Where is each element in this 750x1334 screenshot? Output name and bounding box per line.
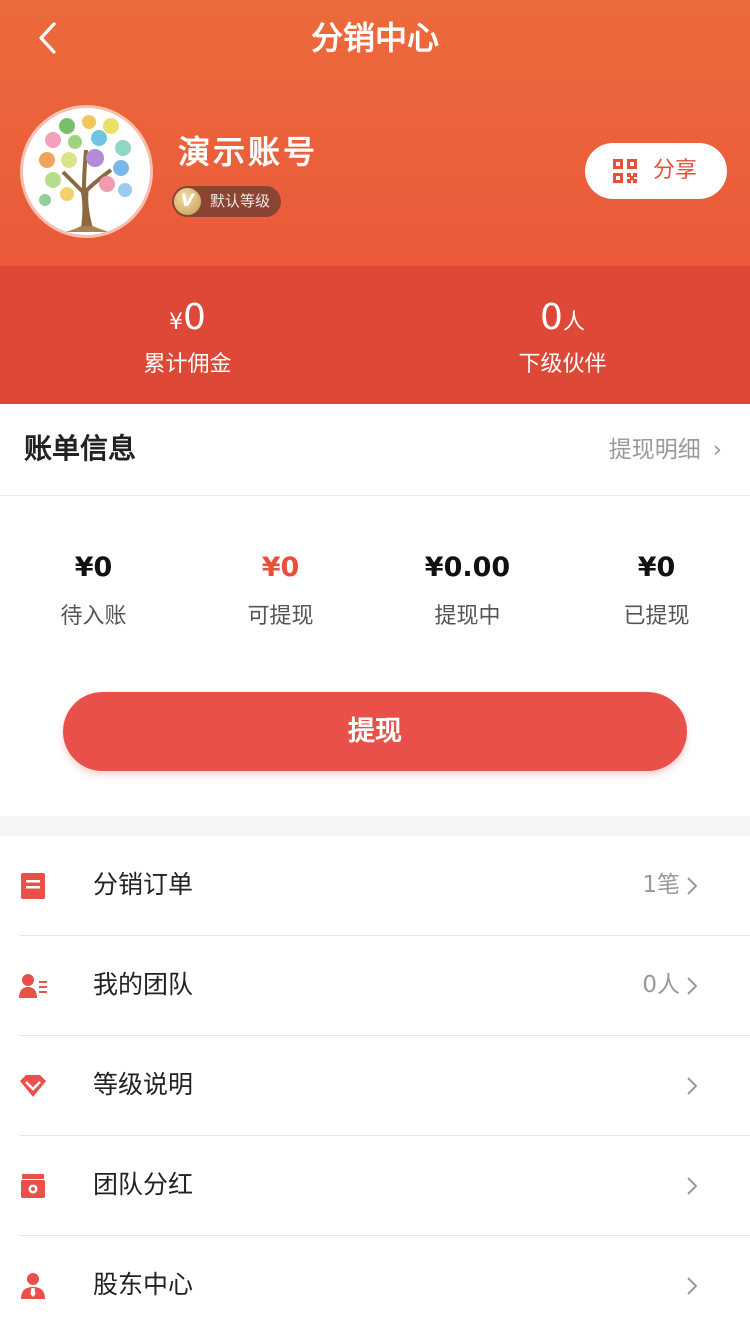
menu-item-distribution-orders[interactable]: 分销订单 1笔 (0, 836, 750, 936)
chevron-right-icon (687, 977, 698, 995)
withdraw-button[interactable]: 提现 (63, 692, 687, 771)
stat-commission[interactable]: ¥0 累计佣金 (0, 266, 375, 404)
amount-withdrawn-value: ¥0 (637, 552, 676, 583)
level-label: 默认等级 (210, 192, 271, 210)
amount-withdrawn-label: 已提现 (623, 604, 690, 629)
menu-item-level-description[interactable]: 等级说明 (0, 1036, 750, 1136)
amount-withdrawable-value: ¥0 (261, 552, 300, 583)
menu-label: 团队分红 (93, 1170, 194, 1199)
commission-amount: 0 (183, 297, 206, 338)
menu-item-shareholder-center[interactable]: 股东中心 (0, 1236, 750, 1334)
section-divider (0, 816, 750, 836)
qr-code-icon (613, 159, 637, 183)
bill-amounts: ¥0 待入账 ¥0 可提现 ¥0.00 提现中 ¥0 已提现 (0, 496, 750, 666)
amount-withdrawing-value: ¥0.00 (424, 552, 511, 583)
partners-label: 下级伙伴 (518, 352, 607, 377)
amount-withdrawable-label: 可提现 (247, 604, 314, 629)
menu-label: 分销订单 (93, 870, 194, 899)
partners-value: 0人 (375, 296, 750, 346)
menu-extra: 1笔 (642, 872, 680, 898)
withdraw-detail-label: 提现明细 (608, 437, 701, 463)
commission-label: 累计佣金 (143, 352, 232, 377)
amount-pending-label: 待入账 (60, 604, 127, 629)
chevron-right-icon (687, 1077, 698, 1095)
shareholder-icon (21, 1273, 45, 1299)
commission-currency: ¥ (169, 310, 184, 335)
avatar[interactable] (23, 108, 150, 235)
nav-bar: 分销中心 (0, 0, 750, 80)
team-icon (19, 974, 47, 998)
partners-unit: 人 (562, 310, 585, 335)
vip-icon: V (174, 188, 201, 215)
chevron-right-icon (687, 1277, 698, 1295)
dividend-icon (21, 1174, 45, 1198)
tree-avatar-image (23, 108, 150, 235)
page-title: 分销中心 (310, 19, 439, 57)
menu-item-my-team[interactable]: 我的团队 0人 (0, 936, 750, 1036)
amount-pending-value: ¥0 (74, 552, 113, 583)
withdraw-detail-link[interactable]: 提现明细 › (609, 432, 722, 468)
chevron-right-icon (687, 877, 698, 895)
menu-label: 我的团队 (93, 970, 194, 999)
commission-value: ¥0 (0, 296, 375, 346)
amount-withdrawing-label: 提现中 (434, 604, 501, 629)
bill-title: 账单信息 (24, 432, 137, 465)
chevron-right-icon (687, 1177, 698, 1195)
stat-partners[interactable]: 0人 下级伙伴 (375, 266, 750, 404)
menu-item-team-dividend[interactable]: 团队分红 (0, 1136, 750, 1236)
partners-count: 0 (540, 297, 563, 338)
stats-strip: ¥0 累计佣金 0人 下级伙伴 (0, 266, 750, 404)
header: 分销中心 演示账号 V 默认等级 分享 ¥0 累计佣金 0人 下级伙伴 (0, 0, 750, 404)
diamond-icon (20, 1075, 46, 1097)
level-badge: V 默认等级 (172, 186, 281, 217)
chevron-right-icon: › (712, 437, 722, 463)
user-name: 演示账号 (178, 133, 319, 171)
bill-section-header: 账单信息 提现明细 › (0, 404, 750, 496)
menu-label: 等级说明 (93, 1070, 194, 1099)
menu-label: 股东中心 (93, 1270, 194, 1299)
menu-extra: 0人 (642, 972, 680, 998)
order-icon (21, 873, 45, 899)
share-label: 分享 (653, 158, 698, 183)
share-button[interactable]: 分享 (585, 143, 727, 199)
